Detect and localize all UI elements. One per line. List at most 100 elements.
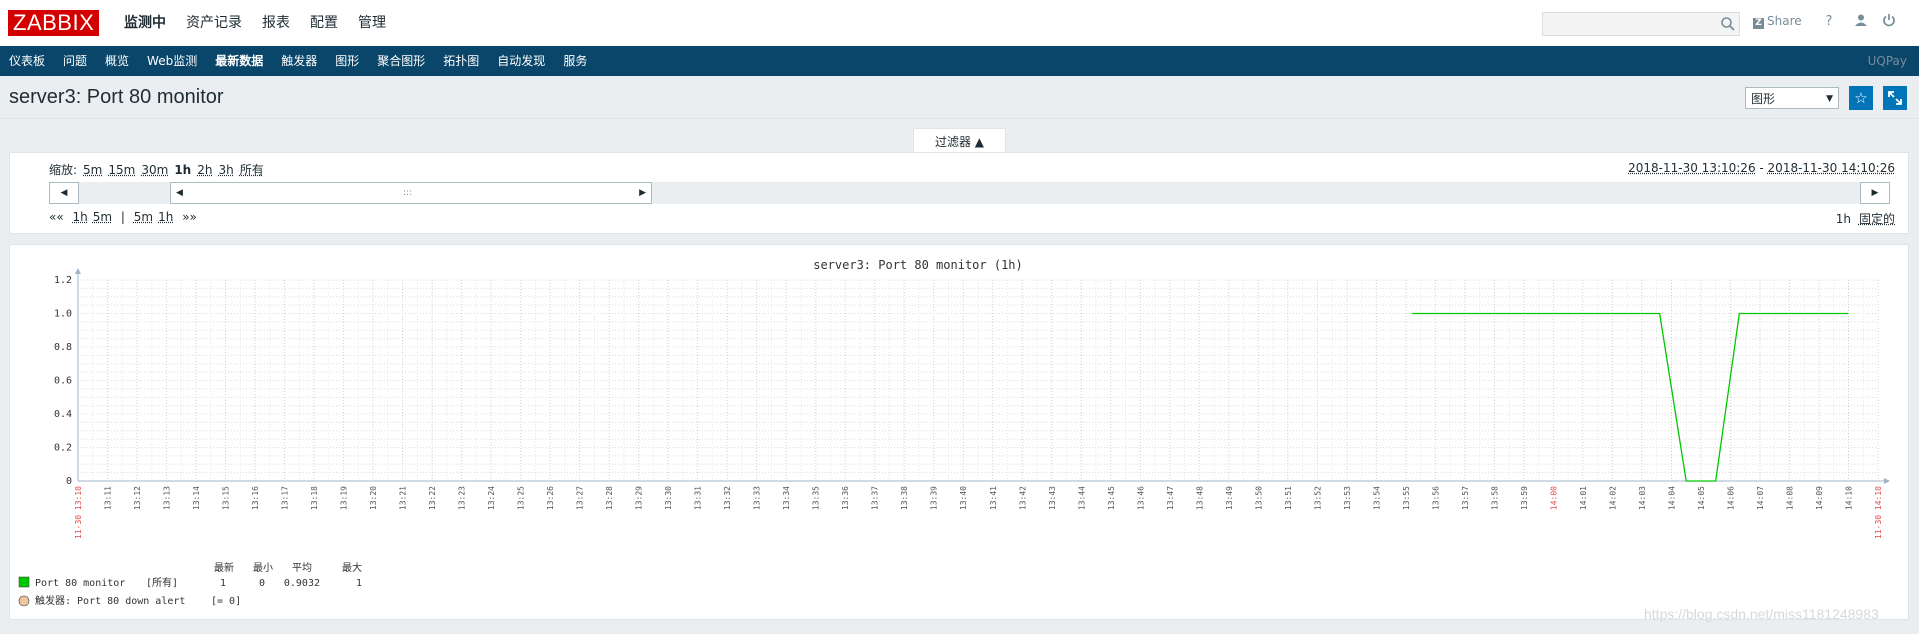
time-scrollbar[interactable]: ◀ ◀ ::: ▶ ▶ xyxy=(49,182,1890,204)
sub-menu-item[interactable]: 自动发现 xyxy=(488,46,554,76)
sub-menu-item[interactable]: 图形 xyxy=(326,46,368,76)
zoom-label: 缩放: xyxy=(49,163,78,177)
filter-toggle-tab[interactable]: 过滤器 ▲ xyxy=(913,128,1006,154)
top-menu-item[interactable]: 资产记录 xyxy=(176,0,252,46)
favourite-button[interactable]: ☆ xyxy=(1849,86,1873,110)
zoom-option[interactable]: 2h xyxy=(197,163,212,177)
range-separator: - xyxy=(1755,161,1768,175)
x-tick-label: 13:55 xyxy=(1402,486,1411,510)
help-button[interactable]: ? xyxy=(1820,13,1838,31)
legend-header: 最大 xyxy=(342,561,362,574)
zoom-option[interactable]: 1h xyxy=(174,163,191,177)
top-menu-item[interactable]: 管理 xyxy=(348,0,396,46)
nav-forward-label: »» xyxy=(182,210,197,224)
server-name: UQPay xyxy=(1867,54,1907,68)
x-tick-label: 13:15 xyxy=(222,486,231,510)
x-tick-label: 13:43 xyxy=(1048,486,1057,510)
sub-menu-item[interactable]: 问题 xyxy=(54,46,96,76)
x-tick-label: 13:56 xyxy=(1431,486,1440,510)
zabbix-share-icon: Z xyxy=(1753,18,1764,29)
zoom-option[interactable]: 5m xyxy=(83,163,102,177)
period-label: 1h xyxy=(1835,212,1851,226)
zoom-option[interactable]: 15m xyxy=(108,163,135,177)
top-menu-item[interactable]: 配置 xyxy=(300,0,348,46)
thumb-left-handle-icon[interactable]: ◀ xyxy=(176,183,183,203)
y-tick-label: 0 xyxy=(66,476,72,487)
sub-menu-item[interactable]: Web监测 xyxy=(138,46,206,76)
trigger-expression: [= 0] xyxy=(211,596,241,607)
zoom-option[interactable]: 所有 xyxy=(240,163,264,177)
legend-value-max: 1 xyxy=(356,578,362,589)
logout-button[interactable] xyxy=(1880,13,1898,31)
x-tick-label: 14:07 xyxy=(1756,486,1765,510)
x-tick-label: 13:31 xyxy=(694,486,703,510)
x-axis-arrow-icon xyxy=(1884,478,1890,484)
profile-button[interactable] xyxy=(1852,13,1870,31)
graph-panel: server3: Port 80 monitor (1h) 1.2 1.0 0.8 0.… xyxy=(9,244,1909,620)
sub-menu-item[interactable]: 触发器 xyxy=(272,46,326,76)
fullscreen-icon xyxy=(1888,91,1902,105)
time-range: 2018-11-30 13:10:26 - 2018-11-30 14:10:2… xyxy=(1628,161,1895,175)
fixed-toggle[interactable]: 固定的 xyxy=(1859,212,1895,226)
nav-back-option[interactable]: 1h xyxy=(73,210,88,224)
x-tick-label: 13:16 xyxy=(251,486,260,510)
user-icon xyxy=(1855,14,1867,26)
search-icon[interactable] xyxy=(1720,16,1736,32)
scroll-left-button[interactable]: ◀ xyxy=(49,182,79,204)
zoom-option[interactable]: 3h xyxy=(218,163,233,177)
sub-menu-item[interactable]: 仪表板 xyxy=(0,46,54,76)
x-tick-label: 13:23 xyxy=(458,486,467,510)
nav-forward-option[interactable]: 5m xyxy=(134,210,153,224)
top-bar: ZABBIX 监测中 资产记录 报表 配置 管理 Z Share ? xyxy=(0,0,1919,47)
x-tick-label: 14:01 xyxy=(1579,486,1588,510)
page-title: server3: Port 80 monitor xyxy=(9,86,224,108)
grip-icon: ::: xyxy=(403,188,413,198)
fullscreen-button[interactable] xyxy=(1883,86,1907,110)
range-from[interactable]: 2018-11-30 13:10:26 xyxy=(1628,161,1755,175)
nav-forward-option[interactable]: 1h xyxy=(158,210,173,224)
page-header: server3: Port 80 monitor 图形 ▼ ☆ xyxy=(0,76,1919,119)
y-tick-label: 1.2 xyxy=(54,275,72,286)
search-input[interactable] xyxy=(1542,12,1740,36)
share-button[interactable]: Z Share xyxy=(1753,14,1802,29)
range-to[interactable]: 2018-11-30 14:10:26 xyxy=(1768,161,1895,175)
scroll-thumb[interactable]: ◀ ::: ▶ xyxy=(170,182,652,204)
thumb-right-handle-icon[interactable]: ▶ xyxy=(639,183,646,203)
legend-value-avg: 0.9032 xyxy=(284,578,320,589)
period-fixed: 1h 固定的 xyxy=(1836,210,1895,227)
nav-back-option[interactable]: 5m xyxy=(93,210,112,224)
y-tick-label: 0.2 xyxy=(54,443,72,454)
x-tick-label: 13:47 xyxy=(1166,486,1175,510)
sub-menu-item[interactable]: 聚合图形 xyxy=(368,46,434,76)
x-tick-label: 13:45 xyxy=(1107,486,1116,510)
x-tick-label: 13:48 xyxy=(1195,486,1204,510)
x-tick-label: 13:51 xyxy=(1284,486,1293,510)
sub-menu-item[interactable]: 概览 xyxy=(96,46,138,76)
x-tick-label: 13:11 xyxy=(104,486,113,510)
top-menu-item[interactable]: 监测中 xyxy=(114,0,176,46)
x-tick-label: 13:39 xyxy=(930,486,939,510)
x-tick-label: 13:59 xyxy=(1520,486,1529,510)
chart-title: server3: Port 80 monitor (1h) xyxy=(813,258,1023,272)
arrow-right-icon: ▶ xyxy=(1871,188,1879,198)
filter-panel: 缩放: 5m 15m 30m 1h 2h 3h 所有 2018-11-30 13:10:26 … xyxy=(9,152,1909,234)
x-tick-label: 13:26 xyxy=(546,486,555,510)
legend-label: Port 80 monitor xyxy=(35,578,125,589)
scroll-right-button[interactable]: ▶ xyxy=(1860,182,1890,204)
sub-menu-item[interactable]: 服务 xyxy=(554,46,596,76)
top-menu-item[interactable]: 报表 xyxy=(252,0,300,46)
x-tick-label: 13:34 xyxy=(782,486,791,510)
sub-menu-item[interactable]: 最新数据 xyxy=(206,46,272,76)
zabbix-logo[interactable]: ZABBIX xyxy=(8,10,100,36)
legend-header: 最小 xyxy=(253,562,273,574)
x-tick-label: 13:33 xyxy=(753,486,762,510)
x-tick-label: 13:36 xyxy=(841,486,850,510)
sub-menu-item[interactable]: 拓扑图 xyxy=(434,46,488,76)
x-tick-label: 13:50 xyxy=(1254,486,1263,510)
x-tick-label: 13:13 xyxy=(163,486,172,510)
y-tick-label: 1.0 xyxy=(54,309,72,320)
legend-scope: [所有] xyxy=(146,576,178,589)
star-icon: ☆ xyxy=(1854,89,1868,107)
zoom-option[interactable]: 30m xyxy=(141,163,168,177)
view-select[interactable]: 图形 ▼ xyxy=(1745,87,1839,109)
